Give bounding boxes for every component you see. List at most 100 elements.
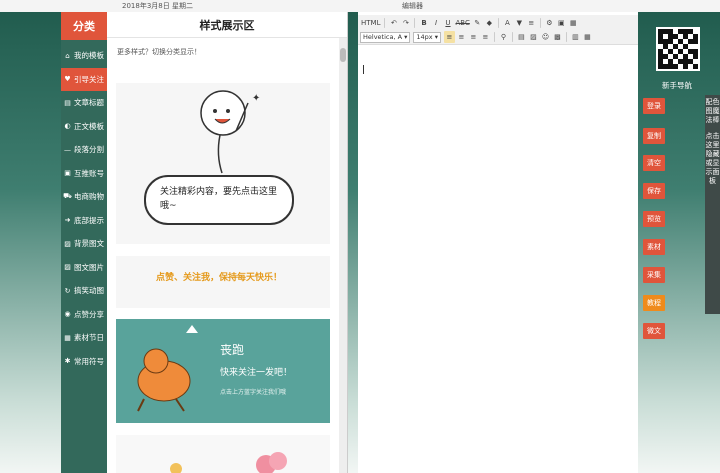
align-justify-icon[interactable]: ≡ (480, 31, 491, 43)
style-hint: 更多样式？切换分类显示！ (117, 48, 201, 56)
text-caret (363, 65, 364, 74)
toolbar-separator (565, 32, 567, 42)
italic-button[interactable]: I (430, 17, 441, 29)
arrow-icon: ➜ (64, 216, 71, 225)
category-item-shopping[interactable]: ⛟ 电商购物 (61, 185, 107, 209)
category-item-body-template[interactable]: ◐ 正文模板 (61, 115, 107, 139)
html-button[interactable]: HTML (360, 17, 381, 29)
preview-icon[interactable]: ▦ (582, 31, 593, 43)
cart-icon: ⛟ (63, 192, 72, 201)
category-item-bottom-tips[interactable]: ➜ 底部提示 (61, 209, 107, 233)
category-item-label: 底部提示 (74, 215, 104, 225)
redo-icon[interactable]: ↷ (400, 17, 411, 29)
side-tab-hide-panel[interactable]: 点击这里隐藏或显示面板 (705, 132, 720, 186)
insert-image-icon[interactable]: ▤ (516, 31, 527, 43)
align-left-icon[interactable]: ≡ (443, 31, 455, 43)
save-button[interactable]: 保存 (643, 183, 665, 199)
clear-button[interactable]: 清空 (643, 155, 665, 171)
emoji-icon[interactable]: ☺ (540, 31, 551, 43)
category-item-background[interactable]: ▨ 背景图文 (61, 232, 107, 256)
settings-icon[interactable]: ⚙ (544, 17, 555, 29)
svg-text:✦: ✦ (252, 93, 260, 104)
date-text: 2018年3月8日 星期二 (122, 2, 193, 10)
style-panel-scrollbar[interactable] (339, 38, 347, 473)
category-item-accounts[interactable]: ▣ 互推账号 (61, 162, 107, 186)
category-item-article-title[interactable]: ▤ 文章标题 (61, 91, 107, 115)
follow-text: 关注精彩内容，要先点击这里哦~ (160, 187, 278, 211)
scrollbar-thumb[interactable] (340, 48, 346, 62)
side-tab-toggle[interactable]: 配色图魔法棒 点击这里隐藏或显示面板 (705, 95, 720, 314)
material-button[interactable]: 素材 (643, 239, 665, 255)
category-item-label: 电商购物 (74, 192, 104, 202)
style-panel-title: 样式展示区 (107, 12, 347, 38)
tutorial-button[interactable]: 教程 (643, 295, 665, 311)
account-icon: ▣ (64, 169, 71, 178)
weiwen-button[interactable]: 微文 (643, 323, 665, 339)
category-item-funny-gif[interactable]: ↻ 搞笑动图 (61, 279, 107, 303)
toolbar-separator (384, 17, 386, 28)
speech-bubble: 关注精彩内容，要先点击这里哦~ (144, 175, 294, 225)
highlight-icon[interactable]: ▼ (514, 17, 525, 29)
symbol-icon: ✱ (64, 357, 71, 366)
collect-button[interactable]: 采集 (643, 267, 665, 283)
category-item-label: 文章标题 (74, 98, 104, 108)
insert-video-icon[interactable]: ▩ (552, 31, 563, 43)
side-tab-color-tool[interactable]: 配色图魔法棒 (705, 98, 720, 125)
line-height-icon[interactable]: ≡ (526, 17, 537, 29)
toolbar-separator (493, 32, 495, 42)
category-item-my-templates[interactable]: ⌂ 我的模板 (61, 44, 107, 68)
category-item-holiday[interactable]: ▦ 素材节日 (61, 326, 107, 350)
clear-format-icon[interactable]: ▥ (570, 31, 581, 43)
format-painter-icon[interactable]: ✎ (472, 17, 483, 29)
insert-media-icon[interactable]: ▨ (528, 31, 539, 43)
link-icon[interactable]: ⚲ (498, 31, 509, 43)
flower-icon (170, 452, 287, 473)
category-item-picture[interactable]: ▨ 图文图片 (61, 256, 107, 280)
qr-code (656, 27, 700, 71)
font-color-icon[interactable]: A (502, 17, 513, 29)
category-item-label: 正文模板 (74, 121, 104, 131)
banner-text: 点赞、关注我，保持每天快乐！ (156, 273, 283, 283)
align-center-icon[interactable]: ≡ (456, 31, 467, 43)
toolbar-separator (539, 17, 541, 28)
category-item-symbols[interactable]: ✱ 常用符号 (61, 350, 107, 374)
category-item-like-share[interactable]: ◉ 点赞分享 (61, 303, 107, 327)
style-card-flowers[interactable] (116, 435, 330, 473)
runner-subtitle: 快来关注一发吧！ (220, 368, 293, 378)
style-card-runner[interactable]: 丧跑 快来关注一发吧！ 点击上方蓝字关注我们哦 (116, 319, 330, 423)
circle-icon: ◐ (64, 122, 71, 131)
underline-button[interactable]: U (442, 17, 453, 29)
undo-icon[interactable]: ↶ (388, 17, 399, 29)
login-button[interactable]: 登录 (643, 98, 665, 114)
editor-content-area[interactable] (358, 46, 638, 473)
style-panel: 样式展示区 更多样式？切换分类显示！ ✦ 关注精彩内容，要先点击这里哦~ 点赞、… (107, 12, 348, 473)
font-family-value: Helvetica, A (363, 33, 403, 41)
preview-button[interactable]: 预览 (643, 211, 665, 227)
category-item-label: 图文图片 (74, 262, 104, 272)
share-icon: ◉ (64, 310, 71, 319)
font-size-select[interactable]: 14px ▾ (413, 31, 441, 43)
table-icon[interactable]: ▦ (568, 17, 579, 29)
source-icon[interactable]: ▣ (556, 17, 567, 29)
cat-runner-icon (137, 325, 198, 412)
editor: HTML ↶ ↷ B I U ABC ✎ ◆ A ▼ ≡ ⚙ ▣ ▦ Helve… (358, 12, 638, 473)
category-item-label: 互推账号 (74, 168, 104, 178)
document-icon: ▤ (64, 98, 71, 107)
category-item-label: 常用符号 (74, 356, 104, 366)
category-sidebar: 分类 ⌂ 我的模板 ♥ 引导关注 ▤ 文章标题 ◐ 正文模板 — 段落分割 ▣ 互推账号 ⛟… (61, 12, 107, 473)
color-picker-icon[interactable]: ◆ (484, 17, 495, 29)
qr-code-pattern (658, 29, 698, 69)
align-right-icon[interactable]: ≡ (468, 31, 479, 43)
copy-button[interactable]: 复制 (643, 128, 665, 144)
style-card-banner[interactable]: 点赞、关注我，保持每天快乐！ (116, 256, 330, 308)
category-item-follow[interactable]: ♥ 引导关注 (61, 67, 107, 91)
style-card-follow[interactable]: ✦ 关注精彩内容，要先点击这里哦~ (116, 83, 330, 244)
runner-small-text: 点击上方蓝字关注我们哦 (220, 389, 287, 396)
top-bar: 2018年3月8日 星期二 编辑器 (0, 0, 720, 12)
font-family-select[interactable]: Helvetica, A ▾ (360, 31, 411, 43)
editor-title: 编辑器 (402, 2, 423, 10)
category-item-divider[interactable]: — 段落分割 (61, 138, 107, 162)
bold-button[interactable]: B (418, 17, 429, 29)
strikethrough-button[interactable]: ABC (454, 17, 470, 29)
image-icon: ▨ (64, 263, 71, 272)
